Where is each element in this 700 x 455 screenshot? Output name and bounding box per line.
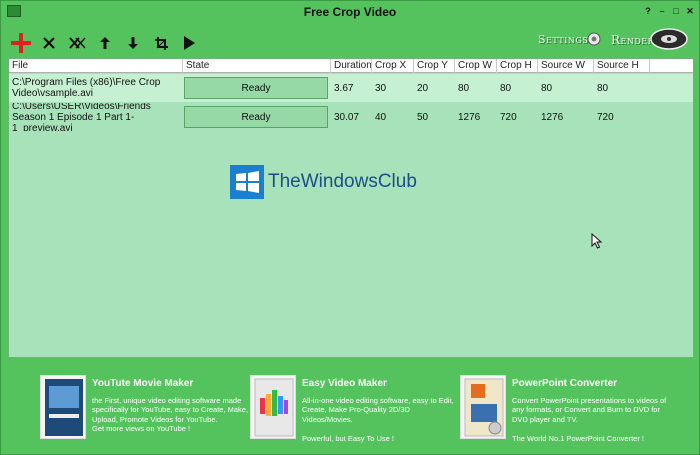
column-header-state[interactable]: State — [183, 59, 331, 73]
remove-button[interactable] — [35, 31, 63, 55]
promo-description: Convert PowerPoint presentations to vide… — [512, 396, 667, 443]
window-controls: ? – □ ✕ — [643, 6, 695, 16]
cell-crop-w: 1276 — [458, 111, 481, 123]
crop-button[interactable] — [147, 31, 175, 55]
remove-icon — [43, 37, 55, 49]
promo-title: Easy Video Maker — [302, 378, 387, 389]
cell-crop-h: 720 — [500, 111, 517, 123]
minimize-button[interactable]: – — [657, 6, 667, 16]
cell-crop-x: 40 — [375, 111, 387, 123]
move-down-icon — [128, 37, 138, 49]
powerpoint-converter-box-image — [460, 375, 506, 439]
app-window: Free Crop Video ? – □ ✕ Settings Render … — [0, 0, 700, 455]
settings-button[interactable]: Settings — [538, 33, 588, 46]
column-header-source-h[interactable]: Source H — [594, 59, 650, 73]
grid-header: File State Duration Crop X Crop Y Crop W… — [9, 59, 693, 73]
cell-duration: 30.07 — [334, 111, 360, 123]
cell-file: C:\Program Files (x86)\Free Crop Video\v… — [12, 77, 161, 99]
promo-powerpoint-converter[interactable]: PowerPoint Converter Convert PowerPoint … — [460, 369, 670, 449]
help-button[interactable]: ? — [643, 6, 653, 16]
toolbar — [7, 31, 203, 55]
cell-duration: 3.67 — [334, 82, 354, 94]
gear-icon[interactable] — [586, 31, 602, 47]
title-bar: Free Crop Video ? – □ ✕ — [1, 1, 699, 23]
cell-source-w: 80 — [541, 82, 553, 94]
column-header-source-w[interactable]: Source W — [538, 59, 594, 73]
column-header-crop-h[interactable]: Crop H — [497, 59, 538, 73]
cell-crop-y: 20 — [417, 82, 429, 94]
promo-easy-video-maker[interactable]: Easy Video Maker All-in-one video editin… — [250, 369, 455, 449]
promo-description: All-in-one video editing software, easy … — [302, 396, 454, 443]
move-up-icon — [100, 37, 110, 49]
state-badge: Ready — [184, 77, 328, 99]
table-row[interactable]: C:\Users\USER\Videos\Friends Season 1 Ep… — [9, 103, 693, 131]
column-header-duration[interactable]: Duration — [331, 59, 372, 73]
render-icon[interactable] — [649, 27, 689, 51]
cell-state: Ready — [183, 103, 331, 131]
add-icon — [11, 33, 31, 53]
close-button[interactable]: ✕ — [685, 6, 695, 16]
promo-area: YouTute Movie Maker the First, unique vi… — [1, 369, 700, 449]
move-down-button[interactable] — [119, 31, 147, 55]
add-button[interactable] — [7, 31, 35, 55]
cell-source-w: 1276 — [541, 111, 564, 123]
maximize-button[interactable]: □ — [671, 6, 681, 16]
play-icon — [184, 36, 195, 50]
cell-source-h: 720 — [597, 111, 614, 123]
crop-icon — [154, 36, 168, 50]
cell-crop-x: 30 — [375, 82, 387, 94]
column-header-crop-y[interactable]: Crop Y — [414, 59, 455, 73]
table-row[interactable]: C:\Program Files (x86)\Free Crop Video\v… — [9, 74, 693, 102]
promo-title: YouTute Movie Maker — [92, 378, 194, 389]
cell-source-h: 80 — [597, 82, 609, 94]
state-badge: Ready — [184, 106, 328, 128]
mouse-cursor-icon — [591, 233, 603, 249]
windows-logo-icon — [230, 165, 264, 199]
cell-state: Ready — [183, 74, 331, 102]
window-title: Free Crop Video — [303, 5, 397, 19]
cell-crop-y: 50 — [417, 111, 429, 123]
file-grid[interactable]: File State Duration Crop X Crop Y Crop W… — [8, 58, 694, 358]
promo-description: the First, unique video editing software… — [92, 396, 249, 434]
cell-crop-h: 80 — [500, 82, 512, 94]
cell-crop-w: 80 — [458, 82, 470, 94]
watermark: TheWindowsClub — [230, 165, 417, 199]
play-button[interactable] — [175, 31, 203, 55]
promo-title: PowerPoint Converter — [512, 378, 618, 389]
easy-video-maker-box-image — [250, 375, 296, 439]
promo-youtute[interactable]: YouTute Movie Maker the First, unique vi… — [40, 369, 248, 449]
column-header-filler — [650, 59, 693, 73]
remove-all-button[interactable] — [63, 31, 91, 55]
column-header-crop-x[interactable]: Crop X — [372, 59, 414, 73]
remove-all-icon — [69, 37, 86, 49]
column-header-crop-w[interactable]: Crop W — [455, 59, 497, 73]
move-up-button[interactable] — [91, 31, 119, 55]
cell-file: C:\Users\USER\Videos\Friends Season 1 Ep… — [12, 103, 151, 131]
render-button[interactable]: Render — [611, 33, 654, 47]
youtute-box-image — [40, 375, 86, 439]
watermark-text: TheWindowsClub — [268, 171, 417, 192]
column-header-file[interactable]: File — [9, 59, 183, 73]
